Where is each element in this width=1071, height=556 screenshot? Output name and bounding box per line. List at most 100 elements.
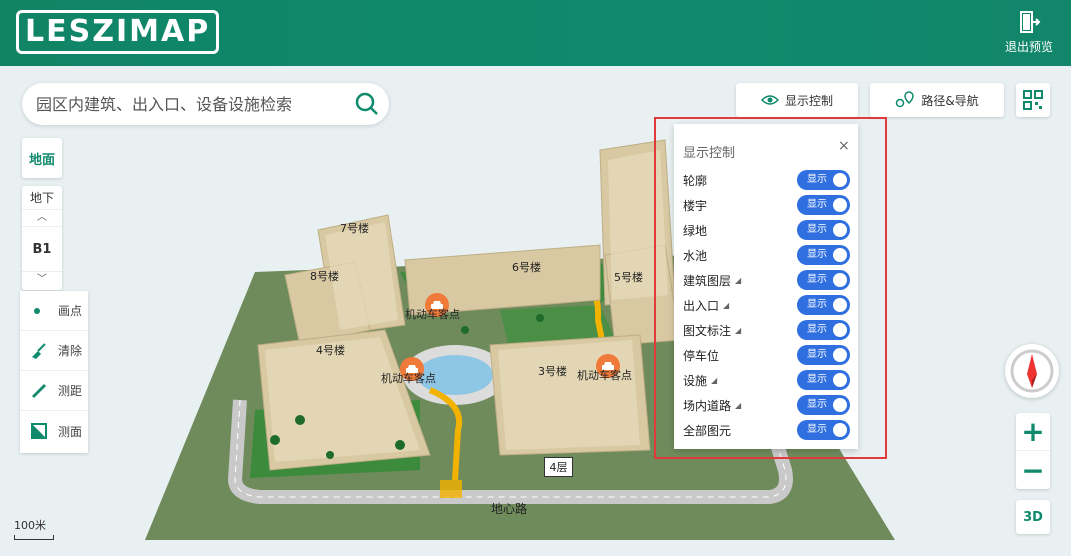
display-toggle[interactable]: 显示 [797, 345, 850, 365]
toggle-text: 显示 [807, 199, 827, 210]
building-label-3[interactable]: 3号楼 [538, 363, 567, 379]
exit-preview-label: 退出预览 [1004, 40, 1053, 54]
display-toggle[interactable]: 显示 [797, 270, 850, 290]
compass-button[interactable] [1005, 344, 1059, 398]
toggle-knob [833, 373, 847, 387]
toggle-knob [833, 223, 847, 237]
scale-label: 100米 [14, 519, 46, 532]
expand-triangle-icon[interactable]: ◢ [711, 376, 717, 385]
toggle-knob [833, 273, 847, 287]
zoom-control: + − [1016, 413, 1050, 489]
search-input[interactable] [36, 94, 326, 114]
display-control-panel: 显示控制 × 轮廓 显示 楼宇 显示 绿地 显示 水池 显示 建筑图层 ◢ 显示 出入口 ◢ 显示 图文标注… [674, 124, 858, 449]
toggle-text: 显示 [807, 274, 827, 285]
display-row: 绿地 显示 [683, 219, 851, 241]
expand-triangle-icon[interactable]: ◢ [735, 401, 741, 410]
display-control-button[interactable]: 显示控制 [736, 83, 858, 117]
display-row-label: 全部图元 [683, 423, 732, 438]
display-toggle[interactable]: 显示 [797, 295, 850, 315]
display-row-label: 绿地 [683, 223, 708, 238]
building-label-6[interactable]: 6号楼 [512, 259, 541, 275]
clear-tool[interactable]: 清除 [20, 331, 88, 371]
toggle-knob [833, 298, 847, 312]
search-box[interactable] [22, 83, 389, 125]
toggle-text: 显示 [807, 224, 827, 235]
display-toggle[interactable]: 显示 [797, 245, 850, 265]
broom-icon [32, 342, 46, 359]
toggle-text: 显示 [807, 249, 827, 260]
display-row-label: 出入口 [683, 298, 720, 313]
top-bar: LESZIMAP 退出预览 [0, 0, 1071, 66]
display-row: 建筑图层 ◢ 显示 [683, 269, 851, 291]
floor-down-arrow-icon[interactable]: ﹀ [22, 272, 62, 288]
display-toggle[interactable]: 显示 [797, 395, 850, 415]
underground-label: 地下 [22, 186, 62, 210]
dot-icon [34, 307, 40, 314]
map-canvas[interactable]: 7号楼 8号楼 4号楼 6号楼 5号楼 3号楼 机动车客点 机动车客点 机动车客… [0, 66, 1071, 556]
draw-point-tool[interactable]: 画点 [20, 291, 88, 331]
expand-triangle-icon[interactable]: ◢ [735, 276, 741, 285]
toggle-knob [833, 398, 847, 412]
route-pin-icon [896, 91, 915, 108]
floor-b1-button[interactable]: B1 [22, 226, 62, 272]
floor-ground-button[interactable]: 地面 [22, 138, 62, 178]
floor-tag[interactable]: 4层 [544, 457, 573, 477]
toggle-knob [833, 173, 847, 187]
measure-distance-tool[interactable]: 测距 [20, 371, 88, 411]
display-row: 图文标注 ◢ 显示 [683, 319, 851, 341]
toggle-text: 显示 [807, 399, 827, 410]
logo-text: LESZIMAP [16, 10, 220, 54]
display-toggle[interactable]: 显示 [797, 195, 850, 215]
expand-triangle-icon[interactable]: ◢ [723, 301, 729, 310]
display-row-label: 楼宇 [683, 198, 708, 213]
compass-icon [1010, 349, 1054, 393]
tool-label: 测面 [58, 424, 83, 439]
display-row-label: 停车位 [683, 348, 720, 363]
app-logo: LESZIMAP [16, 10, 220, 54]
display-row: 楼宇 显示 [683, 194, 851, 216]
tool-label: 画点 [58, 304, 83, 318]
search-icon[interactable] [355, 92, 379, 116]
area-icon [31, 423, 47, 439]
display-control-label: 显示控制 [784, 93, 833, 108]
toggle-text: 显示 [807, 349, 827, 360]
scale-bar: 100米 [14, 517, 54, 540]
building-label-4[interactable]: 4号楼 [316, 342, 345, 358]
zoom-in-button[interactable]: + [1016, 413, 1050, 451]
building-label-8[interactable]: 8号楼 [310, 268, 339, 284]
display-row: 设施 ◢ 显示 [683, 369, 851, 391]
qr-code-button[interactable] [1016, 83, 1050, 117]
building-label-7[interactable]: 7号楼 [340, 220, 369, 236]
expand-triangle-icon[interactable]: ◢ [735, 326, 741, 335]
toggle-text: 显示 [807, 424, 827, 435]
display-toggle[interactable]: 显示 [797, 370, 850, 390]
display-toggle[interactable]: 显示 [797, 320, 850, 340]
display-toggle[interactable]: 显示 [797, 420, 850, 440]
poi-label: 机动车客点 [405, 308, 460, 321]
toggle-text: 显示 [807, 374, 827, 385]
display-row-label: 水池 [683, 248, 708, 263]
route-navigation-button[interactable]: 路径&导航 [870, 83, 1004, 117]
display-row-label: 设施 [683, 373, 708, 388]
building-label-5[interactable]: 5号楼 [614, 269, 643, 285]
toggle-knob [833, 323, 847, 337]
display-row: 停车位 显示 [683, 344, 851, 366]
close-icon[interactable]: × [838, 138, 850, 154]
measure-area-tool[interactable]: 测面 [20, 411, 88, 451]
poi-label: 机动车客点 [381, 372, 436, 385]
zoom-out-button[interactable]: − [1016, 451, 1050, 489]
qr-code-icon [1023, 90, 1043, 110]
toggle-text: 显示 [807, 174, 827, 185]
view-3d-button[interactable]: 3D [1016, 500, 1050, 534]
exit-preview-button[interactable]: 退出预览 [999, 10, 1059, 55]
toggle-knob [833, 248, 847, 262]
toggle-knob [833, 348, 847, 362]
display-row: 场内道路 ◢ 显示 [683, 394, 851, 416]
exit-door-icon [1020, 11, 1041, 33]
display-toggle[interactable]: 显示 [797, 220, 850, 240]
floor-up-arrow-icon[interactable]: ︿ [22, 210, 62, 226]
display-row-label: 建筑图层 [683, 273, 732, 288]
display-toggle[interactable]: 显示 [797, 170, 850, 190]
poi-label: 机动车客点 [577, 369, 632, 382]
display-row: 水池 显示 [683, 244, 851, 266]
